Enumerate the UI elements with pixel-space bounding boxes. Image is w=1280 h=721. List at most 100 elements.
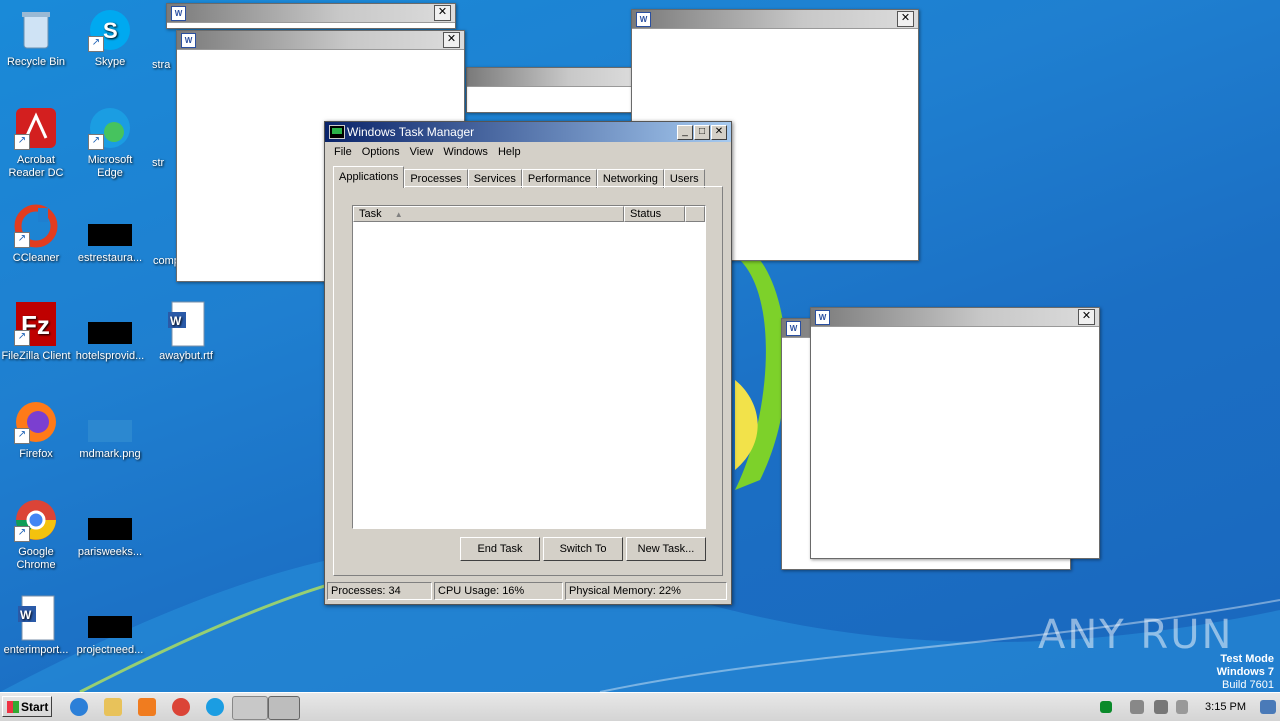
status-cpu: CPU Usage: 16% xyxy=(434,582,563,600)
blank-word-window[interactable]: W ✕ xyxy=(166,3,456,29)
desktop-icon-mdmark[interactable]: mdmark.png xyxy=(74,398,146,461)
close-button[interactable]: ✕ xyxy=(434,5,451,21)
network-icon[interactable] xyxy=(1154,700,1168,714)
word-taskbar-icon[interactable] xyxy=(232,696,268,720)
media-player-icon[interactable] xyxy=(138,698,156,716)
task-manager-window[interactable]: Windows Task Manager _ □ ✕ File Options … xyxy=(324,121,732,605)
blank-word-window[interactable] xyxy=(466,67,638,113)
filezilla-icon: Fz ↗ xyxy=(12,300,60,348)
desktop-icon-estrestaura[interactable]: estrestaura... xyxy=(74,202,146,265)
flag-icon[interactable] xyxy=(1176,700,1188,714)
minimize-button[interactable]: _ xyxy=(677,125,693,140)
status-processes: Processes: 34 xyxy=(327,582,432,600)
column-header-task[interactable]: Task ▲ xyxy=(353,206,624,222)
shortcut-arrow-icon: ↗ xyxy=(14,134,30,150)
desktop-icon-filezilla[interactable]: Fz ↗ FileZilla Client xyxy=(0,300,72,363)
tab-strip: Applications Processes Services Performa… xyxy=(333,166,705,188)
shortcut-arrow-icon: ↗ xyxy=(14,232,30,248)
word-document-icon: W xyxy=(12,594,60,642)
desktop-icon-hotelsprovid[interactable]: hotelsprovid... xyxy=(74,300,146,363)
tab-applications[interactable]: Applications xyxy=(333,166,405,188)
network-status-icon[interactable] xyxy=(1100,701,1112,713)
black-file-icon xyxy=(86,202,134,250)
close-button[interactable]: ✕ xyxy=(443,32,460,48)
applications-panel: Task ▲ Status End Task Switch To New Tas… xyxy=(333,186,723,576)
desktop-icon-skype[interactable]: S ↗ Skype xyxy=(74,6,146,69)
recycle-bin-icon xyxy=(12,6,60,54)
close-button[interactable]: ✕ xyxy=(1078,309,1095,325)
internet-explorer-icon[interactable] xyxy=(70,698,88,716)
menu-options[interactable]: Options xyxy=(357,142,405,162)
task-list[interactable]: Task ▲ Status xyxy=(352,205,706,529)
acrobat-icon: ↗ xyxy=(12,104,60,152)
ccleaner-icon: ↗ xyxy=(12,202,60,250)
desktop-icon-ccleaner[interactable]: ↗ CCleaner xyxy=(0,202,72,265)
svg-text:W: W xyxy=(170,314,182,328)
word-icon: W xyxy=(815,310,830,325)
close-button[interactable]: ✕ xyxy=(711,125,727,140)
desktop-icon-firefox[interactable]: ↗ Firefox xyxy=(0,398,72,461)
word-icon: W xyxy=(171,6,186,21)
menu-bar: File Options View Windows Help xyxy=(325,142,731,162)
svg-text:S: S xyxy=(103,18,118,43)
desktop-icon-chrome[interactable]: ↗ Google Chrome xyxy=(0,496,72,572)
partial-icon-label: stra xyxy=(152,59,171,71)
desktop-icon-acrobat[interactable]: ↗ Acrobat Reader DC xyxy=(0,104,72,180)
edge-icon[interactable] xyxy=(206,698,224,716)
menu-file[interactable]: File xyxy=(329,142,357,162)
firefox-icon: ↗ xyxy=(12,398,60,446)
black-file-icon xyxy=(86,300,134,348)
start-button[interactable]: Start xyxy=(2,696,52,717)
end-task-button[interactable]: End Task xyxy=(460,537,540,561)
task-manager-icon xyxy=(329,125,345,139)
desktop-icon-edge[interactable]: ↗ Microsoft Edge xyxy=(74,104,146,180)
black-file-icon xyxy=(86,496,134,544)
status-memory: Physical Memory: 22% xyxy=(565,582,727,600)
shortcut-arrow-icon: ↗ xyxy=(14,428,30,444)
menu-windows[interactable]: Windows xyxy=(438,142,493,162)
shortcut-arrow-icon: ↗ xyxy=(88,134,104,150)
switch-to-button[interactable]: Switch To xyxy=(543,537,623,561)
system-tray: 3:15 PM xyxy=(1090,693,1280,721)
task-manager-taskbar-icon[interactable] xyxy=(268,696,300,720)
svg-text:W: W xyxy=(20,608,32,622)
volume-icon[interactable] xyxy=(1130,700,1144,714)
blank-word-window[interactable]: W ✕ xyxy=(810,307,1100,559)
clock[interactable]: 3:15 PM xyxy=(1205,693,1246,721)
column-header-status[interactable]: Status xyxy=(624,206,685,222)
shortcut-arrow-icon: ↗ xyxy=(14,330,30,346)
window-titlebar[interactable]: W ✕ xyxy=(632,10,918,29)
word-document-icon: W xyxy=(162,300,210,348)
task-manager-titlebar[interactable]: Windows Task Manager _ □ ✕ xyxy=(325,122,731,142)
window-titlebar[interactable]: W ✕ xyxy=(811,308,1099,327)
status-bar: Processes: 34 CPU Usage: 16% Physical Me… xyxy=(327,582,729,600)
menu-view[interactable]: View xyxy=(405,142,439,162)
window-titlebar[interactable]: W ✕ xyxy=(167,4,455,23)
windows-logo-icon xyxy=(7,701,19,713)
show-desktop-icon[interactable] xyxy=(1260,700,1276,714)
desktop-icon-parisweeks[interactable]: parisweeks... xyxy=(74,496,146,559)
chrome-icon[interactable] xyxy=(172,698,190,716)
skype-icon: S ↗ xyxy=(86,6,134,54)
shortcut-arrow-icon: ↗ xyxy=(88,36,104,52)
desktop-icon-enterimport[interactable]: W enterimport... xyxy=(0,594,72,657)
edge-icon: ↗ xyxy=(86,104,134,152)
window-title: Windows Task Manager xyxy=(347,125,475,139)
shortcut-arrow-icon: ↗ xyxy=(14,526,30,542)
close-button[interactable]: ✕ xyxy=(897,11,914,27)
desktop-icon-recycle-bin[interactable]: Recycle Bin xyxy=(0,6,72,69)
partial-icon-label: str xyxy=(152,157,165,169)
word-icon: W xyxy=(181,33,196,48)
menu-help[interactable]: Help xyxy=(493,142,526,162)
window-titlebar[interactable] xyxy=(467,68,637,87)
desktop-icon-awaybut[interactable]: W awaybut.rtf xyxy=(150,300,222,363)
desktop-icon-projectneed[interactable]: projectneed... xyxy=(74,594,146,657)
word-icon: W xyxy=(786,321,801,336)
file-explorer-icon[interactable] xyxy=(104,698,122,716)
sort-ascending-icon: ▲ xyxy=(394,210,403,219)
anyrun-watermark: ANY RUN xyxy=(1038,612,1234,658)
black-file-icon xyxy=(86,594,134,642)
new-task-button[interactable]: New Task... xyxy=(626,537,706,561)
window-titlebar[interactable]: W ✕ xyxy=(177,31,464,50)
maximize-button[interactable]: □ xyxy=(694,125,710,140)
